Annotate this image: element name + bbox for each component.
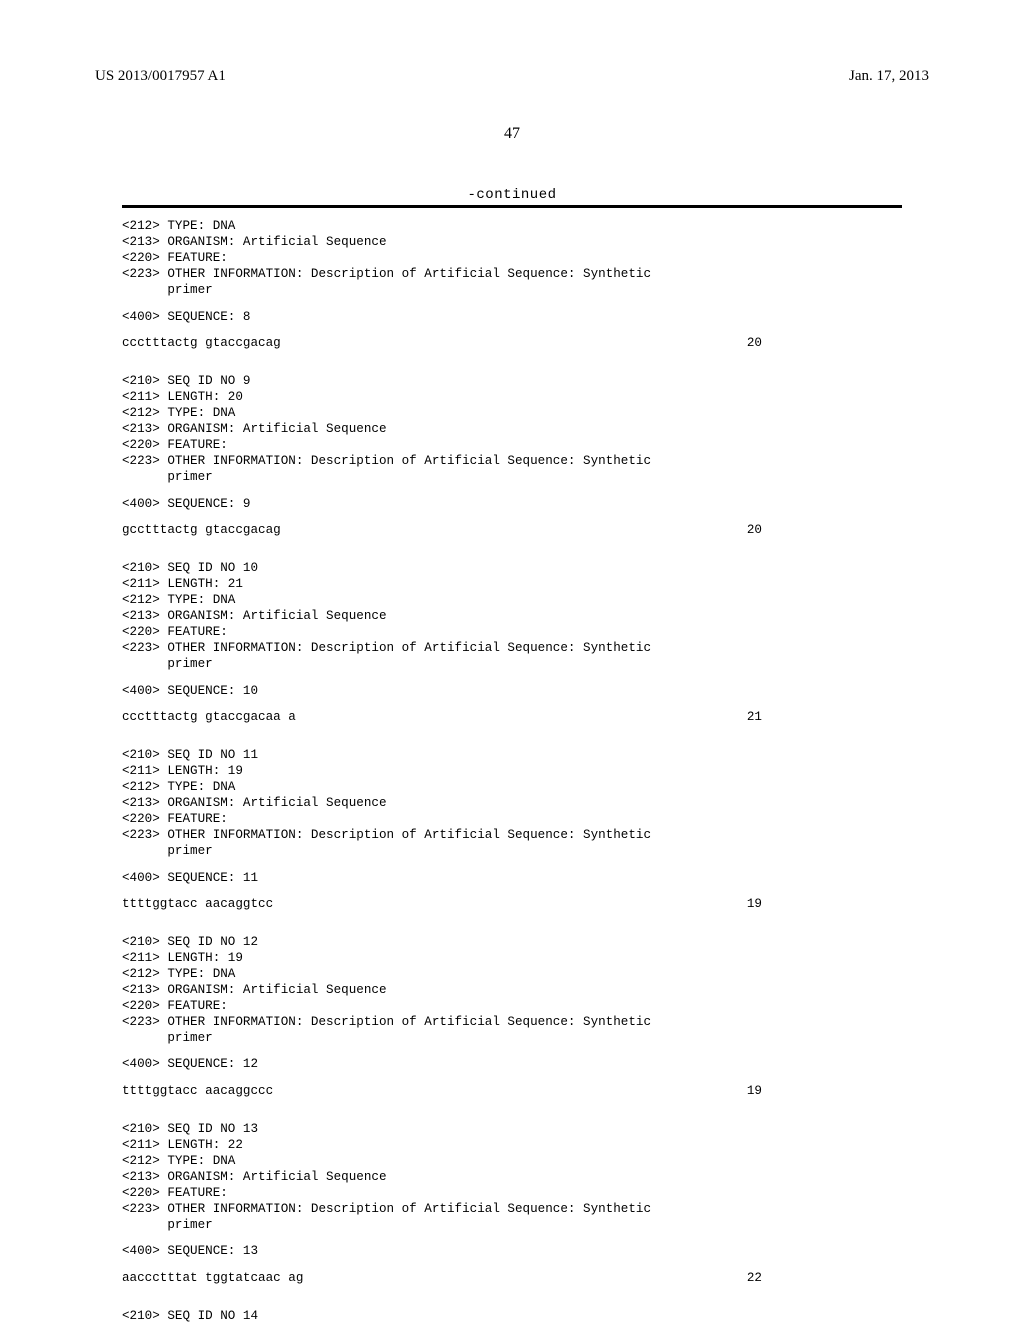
spacer xyxy=(122,1233,902,1243)
spacer xyxy=(122,1260,902,1270)
listing-line: <210> SEQ ID NO 10 xyxy=(122,560,902,576)
spacer xyxy=(122,1046,902,1056)
sequence-row: aaccctttat tggtatcaac ag 22 xyxy=(122,1270,902,1286)
spacer xyxy=(122,512,902,522)
sequence-label: <400> SEQUENCE: 13 xyxy=(122,1243,902,1259)
sequence-length-number: 19 xyxy=(747,896,902,912)
sequence-label: <400> SEQUENCE: 11 xyxy=(122,870,902,886)
listing-line: <220> FEATURE: xyxy=(122,811,902,827)
listing-line: <223> OTHER INFORMATION: Description of … xyxy=(122,453,902,469)
listing-line: primer xyxy=(122,656,902,672)
sequence-text: ccctttactg gtaccgacag xyxy=(122,335,281,351)
spacer xyxy=(122,912,902,934)
listing-line: <212> TYPE: DNA xyxy=(122,592,902,608)
listing-line: <213> ORGANISM: Artificial Sequence xyxy=(122,795,902,811)
listing-line: <210> SEQ ID NO 11 xyxy=(122,747,902,763)
sequence-text: gcctttactg gtaccgacag xyxy=(122,522,281,538)
listing-line: primer xyxy=(122,1030,902,1046)
page-number: 47 xyxy=(95,125,929,143)
listing-line: <211> LENGTH: 20 xyxy=(122,389,902,405)
sequence-length-number: 19 xyxy=(747,1083,902,1099)
listing-line: <220> FEATURE: xyxy=(122,250,902,266)
spacer xyxy=(122,860,902,870)
sequence-text: ttttggtacc aacaggtcc xyxy=(122,896,273,912)
sequence-text: aaccctttat tggtatcaac ag xyxy=(122,1270,303,1286)
sequence-label: <400> SEQUENCE: 10 xyxy=(122,683,902,699)
listing-line: <223> OTHER INFORMATION: Description of … xyxy=(122,266,902,282)
sequence-listing: <212> TYPE: DNA<213> ORGANISM: Artificia… xyxy=(122,218,902,1324)
sequence-length-number: 20 xyxy=(747,522,902,538)
listing-line: <212> TYPE: DNA xyxy=(122,966,902,982)
listing-line: <211> LENGTH: 22 xyxy=(122,1137,902,1153)
continued-label: -continued xyxy=(95,187,929,203)
spacer xyxy=(122,299,902,309)
spacer xyxy=(122,1073,902,1083)
sequence-label: <400> SEQUENCE: 12 xyxy=(122,1056,902,1072)
listing-line: primer xyxy=(122,843,902,859)
spacer xyxy=(122,486,902,496)
listing-line: <212> TYPE: DNA xyxy=(122,218,902,234)
listing-line: <213> ORGANISM: Artificial Sequence xyxy=(122,234,902,250)
sequence-label: <400> SEQUENCE: 8 xyxy=(122,309,902,325)
sequence-row: ccctttactg gtaccgacaa a 21 xyxy=(122,709,902,725)
listing-line: <211> LENGTH: 19 xyxy=(122,950,902,966)
spacer xyxy=(122,1286,902,1308)
listing-line: primer xyxy=(122,469,902,485)
listing-line: primer xyxy=(122,282,902,298)
listing-line: <223> OTHER INFORMATION: Description of … xyxy=(122,827,902,843)
publication-date: Jan. 17, 2013 xyxy=(849,68,929,85)
listing-line: primer xyxy=(122,1217,902,1233)
listing-line: <211> LENGTH: 21 xyxy=(122,576,902,592)
spacer xyxy=(122,673,902,683)
listing-line: <220> FEATURE: xyxy=(122,624,902,640)
spacer xyxy=(122,538,902,560)
spacer xyxy=(122,699,902,709)
page-container: US 2013/0017957 A1 Jan. 17, 2013 47 -con… xyxy=(0,0,1024,1320)
listing-line: <213> ORGANISM: Artificial Sequence xyxy=(122,1169,902,1185)
sequence-row: ttttggtacc aacaggccc 19 xyxy=(122,1083,902,1099)
listing-line: <220> FEATURE: xyxy=(122,437,902,453)
sequence-text: ttttggtacc aacaggccc xyxy=(122,1083,273,1099)
listing-line: <220> FEATURE: xyxy=(122,1185,902,1201)
spacer xyxy=(122,351,902,373)
listing-line: <220> FEATURE: xyxy=(122,998,902,1014)
listing-line: <210> SEQ ID NO 9 xyxy=(122,373,902,389)
publication-number: US 2013/0017957 A1 xyxy=(95,68,226,85)
spacer xyxy=(122,1099,902,1121)
listing-line: <212> TYPE: DNA xyxy=(122,779,902,795)
listing-line: <213> ORGANISM: Artificial Sequence xyxy=(122,608,902,624)
horizontal-rule xyxy=(122,205,902,208)
sequence-length-number: 20 xyxy=(747,335,902,351)
listing-line: <213> ORGANISM: Artificial Sequence xyxy=(122,982,902,998)
listing-line: <210> SEQ ID NO 13 xyxy=(122,1121,902,1137)
listing-line: <212> TYPE: DNA xyxy=(122,405,902,421)
sequence-length-number: 21 xyxy=(747,709,902,725)
listing-line: <223> OTHER INFORMATION: Description of … xyxy=(122,640,902,656)
page-header: US 2013/0017957 A1 Jan. 17, 2013 xyxy=(95,68,929,85)
listing-line: <223> OTHER INFORMATION: Description of … xyxy=(122,1014,902,1030)
spacer xyxy=(122,325,902,335)
listing-line: <210> SEQ ID NO 14 xyxy=(122,1308,902,1324)
listing-line: <210> SEQ ID NO 12 xyxy=(122,934,902,950)
listing-line: <211> LENGTH: 19 xyxy=(122,763,902,779)
sequence-label: <400> SEQUENCE: 9 xyxy=(122,496,902,512)
listing-line: <212> TYPE: DNA xyxy=(122,1153,902,1169)
spacer xyxy=(122,886,902,896)
listing-line: <213> ORGANISM: Artificial Sequence xyxy=(122,421,902,437)
sequence-row: ccctttactg gtaccgacag 20 xyxy=(122,335,902,351)
spacer xyxy=(122,725,902,747)
sequence-row: gcctttactg gtaccgacag 20 xyxy=(122,522,902,538)
sequence-length-number: 22 xyxy=(747,1270,902,1286)
listing-line: <223> OTHER INFORMATION: Description of … xyxy=(122,1201,902,1217)
sequence-row: ttttggtacc aacaggtcc 19 xyxy=(122,896,902,912)
sequence-text: ccctttactg gtaccgacaa a xyxy=(122,709,296,725)
